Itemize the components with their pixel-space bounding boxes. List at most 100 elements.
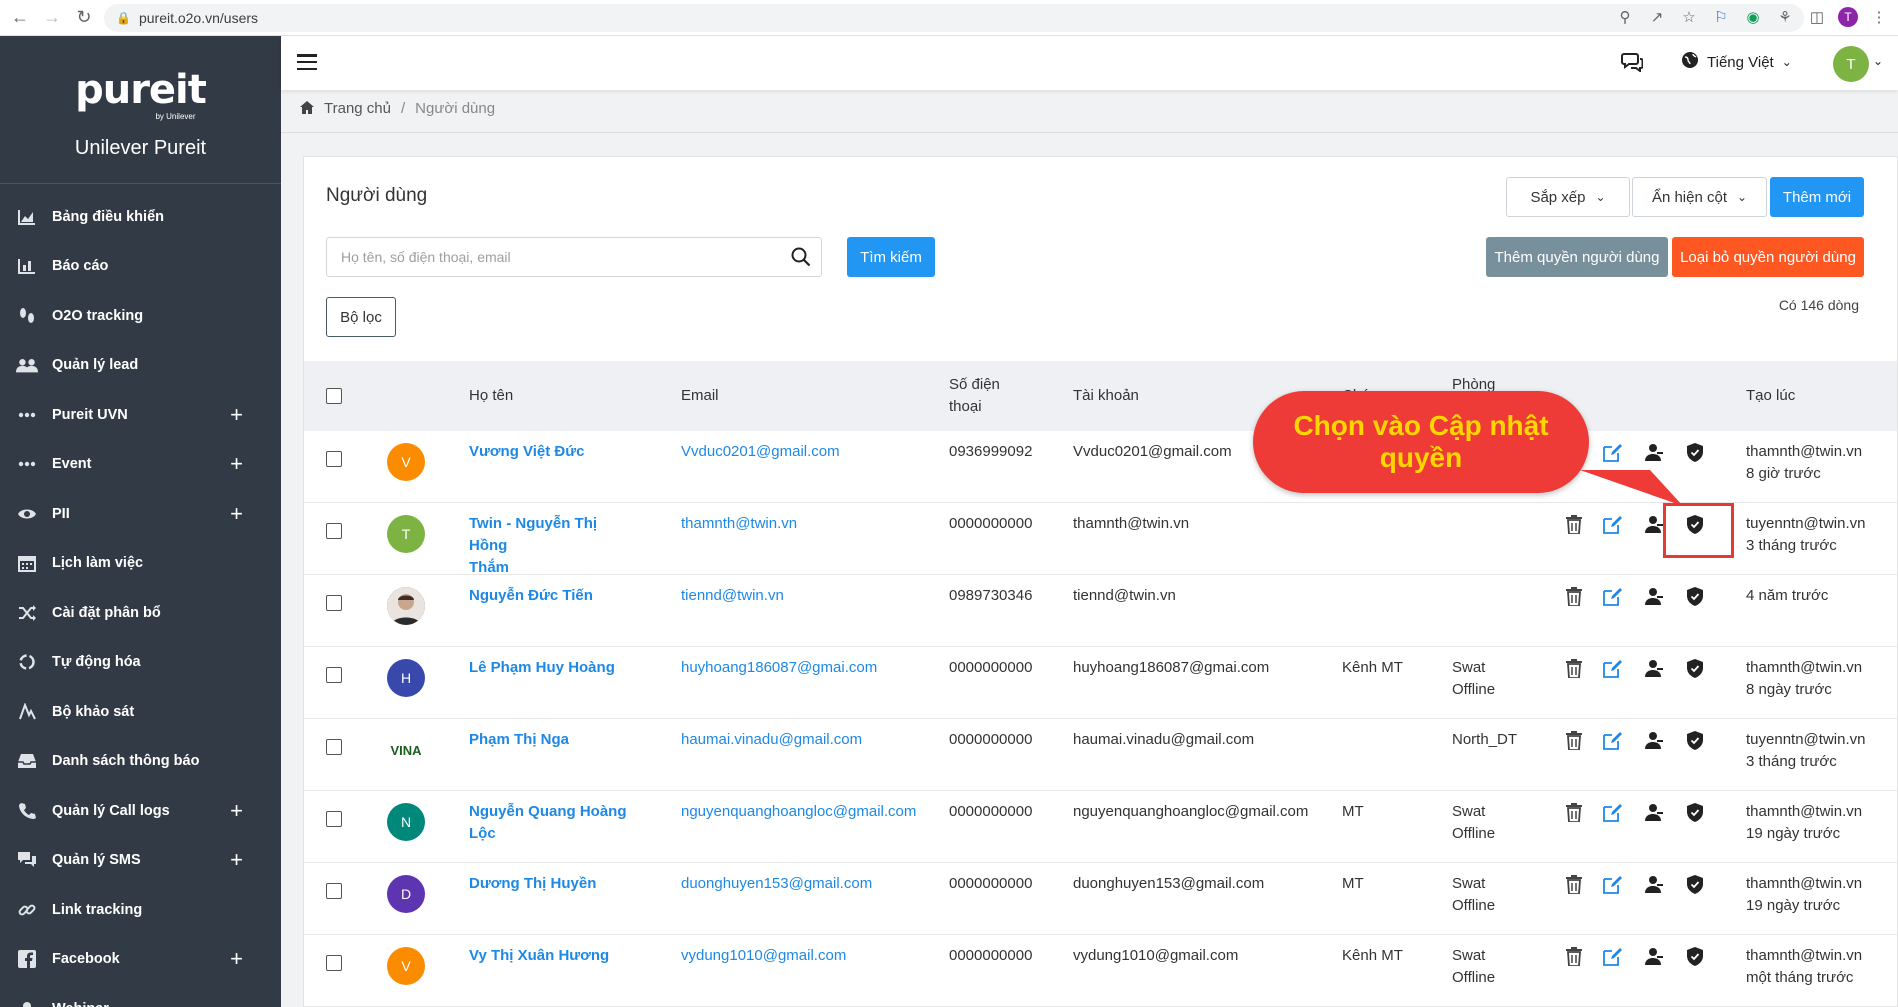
expand-plus-icon[interactable]: + [230, 798, 243, 824]
toggle-columns-button[interactable]: Ẩn hiện cột ⌄ [1632, 177, 1767, 217]
expand-plus-icon[interactable]: + [230, 847, 243, 873]
user-menu-chevron-icon[interactable]: ⌄ [1873, 54, 1883, 68]
user-name-link[interactable]: Phạm Thị Nga [469, 729, 639, 751]
hamburger-menu-icon[interactable] [297, 54, 317, 70]
user-role-icon[interactable] [1643, 585, 1665, 607]
bookmark-star-icon[interactable]: ☆ [1678, 6, 1700, 28]
browser-profile-avatar[interactable]: T [1838, 7, 1858, 27]
user-avatar[interactable]: T [1833, 46, 1869, 82]
row-checkbox[interactable] [326, 883, 342, 899]
user-email[interactable]: tiennd@twin.vn [681, 585, 784, 607]
sidebar-item-3[interactable]: Quản lý lead [0, 341, 281, 391]
update-permission-shield-icon[interactable] [1684, 945, 1706, 967]
search-input[interactable] [341, 249, 781, 265]
row-checkbox[interactable] [326, 451, 342, 467]
expand-plus-icon[interactable]: + [230, 501, 243, 527]
breadcrumb-home[interactable]: Trang chủ [324, 100, 391, 117]
sidebar-item-6[interactable]: PII + [0, 489, 281, 539]
edit-icon[interactable] [1602, 657, 1624, 679]
update-permission-shield-icon[interactable] [1684, 585, 1706, 607]
trash-icon[interactable] [1563, 801, 1585, 823]
sidebar-item-16[interactable]: Webinar [0, 984, 281, 1007]
address-bar[interactable]: 🔒 pureit.o2o.vn/users [104, 4, 1804, 32]
trash-icon[interactable] [1563, 873, 1585, 895]
sidebar-item-5[interactable]: Event + [0, 440, 281, 490]
sidebar-item-11[interactable]: Danh sách thông báo [0, 737, 281, 787]
select-all-checkbox[interactable] [326, 388, 342, 404]
user-role-icon[interactable] [1643, 513, 1665, 535]
sidebar-item-14[interactable]: Link tracking [0, 885, 281, 935]
sidebar-item-10[interactable]: Bộ khảo sát [0, 687, 281, 737]
sidebar-item-4[interactable]: Pureit UVN + [0, 390, 281, 440]
sidebar-item-0[interactable]: Bảng điều khiển [0, 192, 281, 242]
row-checkbox[interactable] [326, 523, 342, 539]
add-permission-button[interactable]: Thêm quyền người dùng [1486, 237, 1668, 277]
edit-icon[interactable] [1602, 873, 1624, 895]
sidebar-item-15[interactable]: Facebook + [0, 935, 281, 985]
update-permission-shield-icon[interactable] [1684, 441, 1706, 463]
update-permission-shield-icon[interactable] [1684, 729, 1706, 751]
user-name-link[interactable]: Vy Thị Xuân Hương [469, 945, 639, 967]
update-permission-shield-icon[interactable] [1684, 873, 1706, 895]
extensions-puzzle-icon[interactable]: ⚘ [1774, 6, 1796, 28]
search-icon[interactable] [791, 247, 811, 267]
sort-button[interactable]: Sắp xếp ⌄ [1506, 177, 1630, 217]
user-email[interactable]: haumai.vinadu@gmail.com [681, 729, 862, 751]
remove-permission-button[interactable]: Loại bỏ quyền người dùng [1672, 237, 1864, 277]
side-panel-icon[interactable]: ◫ [1806, 6, 1828, 28]
back-icon[interactable]: ← [8, 6, 32, 30]
share-icon[interactable]: ↗ [1646, 6, 1668, 28]
search-button[interactable]: Tìm kiếm [847, 237, 935, 277]
user-name-link[interactable]: Nguyễn Đức Tiến [469, 585, 639, 607]
row-checkbox[interactable] [326, 667, 342, 683]
user-email[interactable]: thamnth@twin.vn [681, 513, 797, 535]
zoom-icon[interactable]: ⚲ [1614, 6, 1636, 28]
row-checkbox[interactable] [326, 739, 342, 755]
language-selector[interactable]: Tiếng Việt ⌄ [1681, 51, 1792, 73]
edit-icon[interactable] [1602, 801, 1624, 823]
user-role-icon[interactable] [1643, 729, 1665, 751]
filter-button[interactable]: Bộ lọc [326, 297, 396, 337]
row-checkbox[interactable] [326, 595, 342, 611]
trash-icon[interactable] [1563, 729, 1585, 751]
sidebar-item-1[interactable]: Báo cáo [0, 242, 281, 292]
user-name-link[interactable]: Nguyễn Quang Hoàng Lộc [469, 801, 639, 845]
column-header-email[interactable]: Email [681, 385, 719, 407]
edit-icon[interactable] [1602, 441, 1624, 463]
user-role-icon[interactable] [1643, 801, 1665, 823]
sidebar-item-12[interactable]: Quản lý Call logs + [0, 786, 281, 836]
user-email[interactable]: duonghuyen153@gmail.com [681, 873, 872, 895]
edit-icon[interactable] [1602, 585, 1624, 607]
column-header-phone[interactable]: Số điện thoại [949, 374, 1000, 418]
edit-icon[interactable] [1602, 513, 1624, 535]
extension-g-icon[interactable]: ◉ [1742, 6, 1764, 28]
sidebar-item-7[interactable]: Lịch làm việc [0, 539, 281, 589]
edit-icon[interactable] [1602, 945, 1624, 967]
chat-icon[interactable] [1621, 52, 1644, 78]
trash-icon[interactable] [1563, 585, 1585, 607]
update-permission-shield-icon[interactable] [1684, 801, 1706, 823]
search-field[interactable] [326, 237, 822, 277]
user-role-icon[interactable] [1643, 873, 1665, 895]
sidebar-item-8[interactable]: Cài đặt phân bổ [0, 588, 281, 638]
home-icon[interactable] [300, 100, 314, 117]
user-name-link[interactable]: Twin - Nguyễn Thị Hồng Thắm [469, 513, 639, 579]
sidebar-item-13[interactable]: Quản lý SMS + [0, 836, 281, 886]
user-name-link[interactable]: Vương Việt Đức [469, 441, 639, 463]
pureit-logo[interactable]: pureit [75, 70, 207, 110]
user-name-link[interactable]: Lê Phạm Huy Hoàng [469, 657, 639, 679]
sidebar-item-9[interactable]: Tự động hóa [0, 638, 281, 688]
user-role-icon[interactable] [1643, 945, 1665, 967]
trash-icon[interactable] [1563, 945, 1585, 967]
user-name-link[interactable]: Dương Thị Huyền [469, 873, 639, 895]
translate-icon[interactable]: ⚐ [1710, 6, 1732, 28]
expand-plus-icon[interactable]: + [230, 451, 243, 477]
expand-plus-icon[interactable]: + [230, 946, 243, 972]
add-new-button[interactable]: Thêm mới [1770, 177, 1864, 217]
column-header-name[interactable]: Họ tên [469, 385, 513, 407]
update-permission-shield-icon[interactable] [1684, 657, 1706, 679]
user-email[interactable]: Vvduc0201@gmail.com [681, 441, 840, 463]
sidebar-item-2[interactable]: O2O tracking [0, 291, 281, 341]
row-checkbox[interactable] [326, 811, 342, 827]
trash-icon[interactable] [1563, 513, 1585, 535]
